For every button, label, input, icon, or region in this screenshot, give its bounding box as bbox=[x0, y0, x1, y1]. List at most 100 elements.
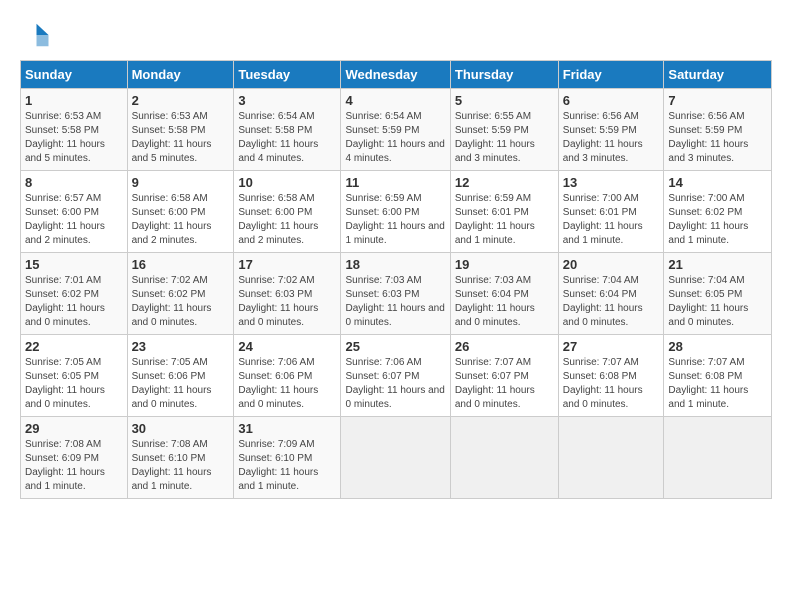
day-number: 2 bbox=[132, 93, 230, 108]
day-info: Sunrise: 7:07 AM Sunset: 6:08 PM Dayligh… bbox=[668, 356, 767, 412]
day-number: 20 bbox=[563, 257, 660, 272]
day-info: Sunrise: 6:55 AM Sunset: 5:59 PM Dayligh… bbox=[455, 110, 554, 166]
day-info: Sunrise: 7:06 AM Sunset: 6:06 PM Dayligh… bbox=[238, 356, 336, 412]
calendar-cell: 28 Sunrise: 7:07 AM Sunset: 6:08 PM Dayl… bbox=[664, 335, 772, 417]
calendar-cell: 19 Sunrise: 7:03 AM Sunset: 6:04 PM Dayl… bbox=[450, 253, 558, 335]
page-header bbox=[20, 20, 772, 50]
logo bbox=[20, 20, 54, 50]
day-number: 14 bbox=[668, 175, 767, 190]
day-number: 16 bbox=[132, 257, 230, 272]
calendar-week-row: 1 Sunrise: 6:53 AM Sunset: 5:58 PM Dayli… bbox=[21, 89, 772, 171]
calendar-cell: 27 Sunrise: 7:07 AM Sunset: 6:08 PM Dayl… bbox=[558, 335, 664, 417]
calendar-cell: 2 Sunrise: 6:53 AM Sunset: 5:58 PM Dayli… bbox=[127, 89, 234, 171]
calendar-cell: 21 Sunrise: 7:04 AM Sunset: 6:05 PM Dayl… bbox=[664, 253, 772, 335]
calendar-cell: 6 Sunrise: 6:56 AM Sunset: 5:59 PM Dayli… bbox=[558, 89, 664, 171]
day-info: Sunrise: 7:03 AM Sunset: 6:03 PM Dayligh… bbox=[345, 274, 445, 330]
logo-icon bbox=[20, 20, 50, 50]
calendar-cell bbox=[450, 417, 558, 499]
day-info: Sunrise: 7:08 AM Sunset: 6:10 PM Dayligh… bbox=[132, 438, 230, 494]
calendar-cell: 26 Sunrise: 7:07 AM Sunset: 6:07 PM Dayl… bbox=[450, 335, 558, 417]
day-number: 13 bbox=[563, 175, 660, 190]
calendar-cell: 29 Sunrise: 7:08 AM Sunset: 6:09 PM Dayl… bbox=[21, 417, 128, 499]
calendar-cell: 25 Sunrise: 7:06 AM Sunset: 6:07 PM Dayl… bbox=[341, 335, 450, 417]
day-number: 26 bbox=[455, 339, 554, 354]
column-header-sunday: Sunday bbox=[21, 61, 128, 89]
calendar-header-row: SundayMondayTuesdayWednesdayThursdayFrid… bbox=[21, 61, 772, 89]
calendar-cell: 23 Sunrise: 7:05 AM Sunset: 6:06 PM Dayl… bbox=[127, 335, 234, 417]
calendar-cell bbox=[664, 417, 772, 499]
day-number: 4 bbox=[345, 93, 445, 108]
day-number: 15 bbox=[25, 257, 123, 272]
day-info: Sunrise: 7:04 AM Sunset: 6:05 PM Dayligh… bbox=[668, 274, 767, 330]
day-info: Sunrise: 7:07 AM Sunset: 6:08 PM Dayligh… bbox=[563, 356, 660, 412]
calendar-cell: 13 Sunrise: 7:00 AM Sunset: 6:01 PM Dayl… bbox=[558, 171, 664, 253]
day-info: Sunrise: 6:58 AM Sunset: 6:00 PM Dayligh… bbox=[132, 192, 230, 248]
day-number: 22 bbox=[25, 339, 123, 354]
calendar-week-row: 22 Sunrise: 7:05 AM Sunset: 6:05 PM Dayl… bbox=[21, 335, 772, 417]
day-info: Sunrise: 7:05 AM Sunset: 6:06 PM Dayligh… bbox=[132, 356, 230, 412]
calendar-week-row: 15 Sunrise: 7:01 AM Sunset: 6:02 PM Dayl… bbox=[21, 253, 772, 335]
calendar-cell: 20 Sunrise: 7:04 AM Sunset: 6:04 PM Dayl… bbox=[558, 253, 664, 335]
calendar-table: SundayMondayTuesdayWednesdayThursdayFrid… bbox=[20, 60, 772, 499]
day-number: 5 bbox=[455, 93, 554, 108]
day-number: 3 bbox=[238, 93, 336, 108]
day-info: Sunrise: 7:06 AM Sunset: 6:07 PM Dayligh… bbox=[345, 356, 445, 412]
column-header-thursday: Thursday bbox=[450, 61, 558, 89]
day-number: 30 bbox=[132, 421, 230, 436]
calendar-cell: 10 Sunrise: 6:58 AM Sunset: 6:00 PM Dayl… bbox=[234, 171, 341, 253]
day-info: Sunrise: 7:07 AM Sunset: 6:07 PM Dayligh… bbox=[455, 356, 554, 412]
calendar-cell: 8 Sunrise: 6:57 AM Sunset: 6:00 PM Dayli… bbox=[21, 171, 128, 253]
calendar-cell: 30 Sunrise: 7:08 AM Sunset: 6:10 PM Dayl… bbox=[127, 417, 234, 499]
day-number: 19 bbox=[455, 257, 554, 272]
calendar-cell: 3 Sunrise: 6:54 AM Sunset: 5:58 PM Dayli… bbox=[234, 89, 341, 171]
day-info: Sunrise: 6:53 AM Sunset: 5:58 PM Dayligh… bbox=[25, 110, 123, 166]
day-info: Sunrise: 7:09 AM Sunset: 6:10 PM Dayligh… bbox=[238, 438, 336, 494]
column-header-wednesday: Wednesday bbox=[341, 61, 450, 89]
day-number: 11 bbox=[345, 175, 445, 190]
calendar-cell: 31 Sunrise: 7:09 AM Sunset: 6:10 PM Dayl… bbox=[234, 417, 341, 499]
day-number: 25 bbox=[345, 339, 445, 354]
day-info: Sunrise: 6:59 AM Sunset: 6:00 PM Dayligh… bbox=[345, 192, 445, 248]
day-info: Sunrise: 7:03 AM Sunset: 6:04 PM Dayligh… bbox=[455, 274, 554, 330]
day-info: Sunrise: 7:04 AM Sunset: 6:04 PM Dayligh… bbox=[563, 274, 660, 330]
day-info: Sunrise: 6:59 AM Sunset: 6:01 PM Dayligh… bbox=[455, 192, 554, 248]
day-number: 27 bbox=[563, 339, 660, 354]
calendar-cell: 17 Sunrise: 7:02 AM Sunset: 6:03 PM Dayl… bbox=[234, 253, 341, 335]
day-info: Sunrise: 7:00 AM Sunset: 6:02 PM Dayligh… bbox=[668, 192, 767, 248]
calendar-cell: 24 Sunrise: 7:06 AM Sunset: 6:06 PM Dayl… bbox=[234, 335, 341, 417]
day-info: Sunrise: 6:54 AM Sunset: 5:58 PM Dayligh… bbox=[238, 110, 336, 166]
calendar-cell bbox=[341, 417, 450, 499]
calendar-cell: 16 Sunrise: 7:02 AM Sunset: 6:02 PM Dayl… bbox=[127, 253, 234, 335]
day-info: Sunrise: 6:57 AM Sunset: 6:00 PM Dayligh… bbox=[25, 192, 123, 248]
calendar-week-row: 29 Sunrise: 7:08 AM Sunset: 6:09 PM Dayl… bbox=[21, 417, 772, 499]
calendar-cell: 14 Sunrise: 7:00 AM Sunset: 6:02 PM Dayl… bbox=[664, 171, 772, 253]
day-info: Sunrise: 7:00 AM Sunset: 6:01 PM Dayligh… bbox=[563, 192, 660, 248]
day-info: Sunrise: 7:02 AM Sunset: 6:02 PM Dayligh… bbox=[132, 274, 230, 330]
day-info: Sunrise: 7:02 AM Sunset: 6:03 PM Dayligh… bbox=[238, 274, 336, 330]
day-info: Sunrise: 6:56 AM Sunset: 5:59 PM Dayligh… bbox=[563, 110, 660, 166]
calendar-cell: 9 Sunrise: 6:58 AM Sunset: 6:00 PM Dayli… bbox=[127, 171, 234, 253]
calendar-cell: 15 Sunrise: 7:01 AM Sunset: 6:02 PM Dayl… bbox=[21, 253, 128, 335]
day-number: 9 bbox=[132, 175, 230, 190]
day-info: Sunrise: 7:01 AM Sunset: 6:02 PM Dayligh… bbox=[25, 274, 123, 330]
day-number: 1 bbox=[25, 93, 123, 108]
day-number: 17 bbox=[238, 257, 336, 272]
column-header-friday: Friday bbox=[558, 61, 664, 89]
day-number: 24 bbox=[238, 339, 336, 354]
day-info: Sunrise: 6:58 AM Sunset: 6:00 PM Dayligh… bbox=[238, 192, 336, 248]
day-info: Sunrise: 6:54 AM Sunset: 5:59 PM Dayligh… bbox=[345, 110, 445, 166]
calendar-cell bbox=[558, 417, 664, 499]
day-info: Sunrise: 7:05 AM Sunset: 6:05 PM Dayligh… bbox=[25, 356, 123, 412]
calendar-cell: 12 Sunrise: 6:59 AM Sunset: 6:01 PM Dayl… bbox=[450, 171, 558, 253]
calendar-cell: 4 Sunrise: 6:54 AM Sunset: 5:59 PM Dayli… bbox=[341, 89, 450, 171]
column-header-saturday: Saturday bbox=[664, 61, 772, 89]
calendar-week-row: 8 Sunrise: 6:57 AM Sunset: 6:00 PM Dayli… bbox=[21, 171, 772, 253]
calendar-cell: 18 Sunrise: 7:03 AM Sunset: 6:03 PM Dayl… bbox=[341, 253, 450, 335]
column-header-tuesday: Tuesday bbox=[234, 61, 341, 89]
day-number: 21 bbox=[668, 257, 767, 272]
day-number: 23 bbox=[132, 339, 230, 354]
day-number: 10 bbox=[238, 175, 336, 190]
day-number: 12 bbox=[455, 175, 554, 190]
day-info: Sunrise: 7:08 AM Sunset: 6:09 PM Dayligh… bbox=[25, 438, 123, 494]
calendar-cell: 1 Sunrise: 6:53 AM Sunset: 5:58 PM Dayli… bbox=[21, 89, 128, 171]
